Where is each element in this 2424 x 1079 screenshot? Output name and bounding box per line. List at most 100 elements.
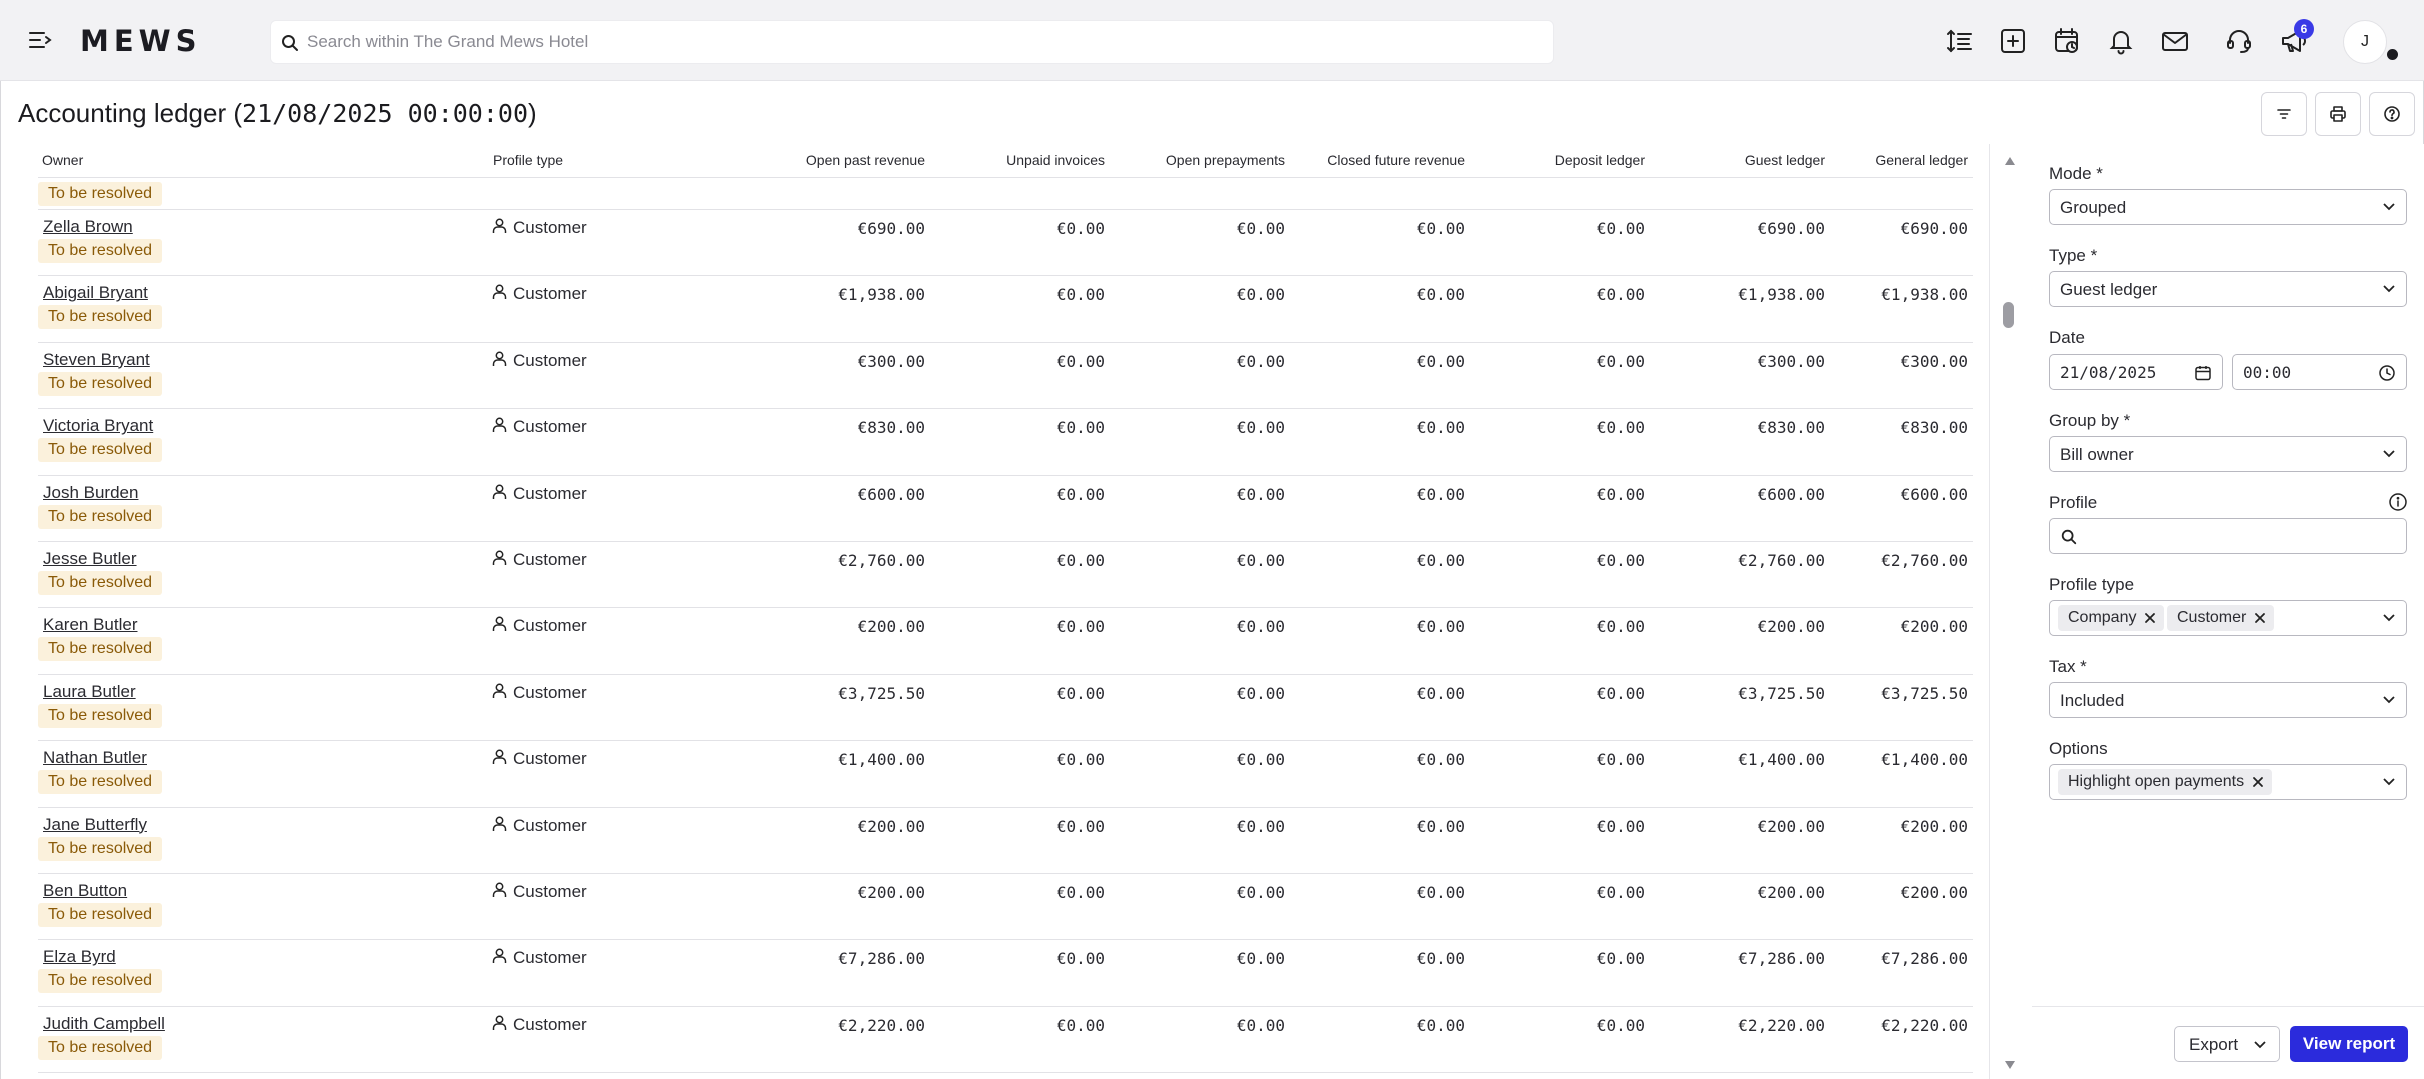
column-header-closed-future-revenue[interactable]: Closed future revenue [1327,152,1465,168]
scroll-down-icon[interactable] [2004,1060,2016,1070]
owner-link[interactable]: Jesse Butler [43,549,137,569]
add-square-icon[interactable] [1998,26,2028,56]
profile-type-cell: Customer [492,283,587,304]
scrollbar-thumb[interactable] [2003,302,2014,328]
column-header-unpaid-invoices[interactable]: Unpaid invoices [1006,152,1105,168]
profile-search-field[interactable] [2049,518,2407,554]
column-header-profile-type[interactable]: Profile type [493,152,563,168]
owner-link[interactable]: Ben Button [43,881,127,901]
profile-type-label: Customer [513,682,587,702]
owner-link[interactable]: Josh Burden [43,483,138,503]
column-header-guest-ledger[interactable]: Guest ledger [1745,152,1825,168]
cell-closed-future-revenue: €0.00 [1416,285,1465,305]
remove-chip-icon[interactable] [2144,612,2156,624]
owner-link[interactable]: Victoria Bryant [43,416,153,436]
tax-select[interactable]: Included [2049,682,2407,718]
chevron-down-icon [2383,450,2395,458]
bell-icon[interactable] [2106,26,2136,56]
mail-icon[interactable] [2160,26,2190,56]
options-multiselect[interactable]: Highlight open payments [2049,764,2407,800]
date-input[interactable]: 21/08/2025 [2049,354,2223,390]
column-header-general-ledger[interactable]: General ledger [1875,152,1968,168]
profile-type-label: Customer [513,749,587,769]
owner-link[interactable]: Nathan Butler [43,748,147,768]
view-report-button[interactable]: View report [2290,1026,2408,1062]
chip-highlight-open-payments: Highlight open payments [2058,769,2273,795]
cell-open-past-revenue: €690.00 [857,219,925,238]
owner-link[interactable]: Zella Brown [43,217,133,237]
cell-deposit-ledger: €0.00 [1596,617,1645,637]
filter-button[interactable] [2261,92,2307,136]
column-header-open-past-revenue[interactable]: Open past revenue [806,152,925,168]
time-input[interactable]: 00:00 [2232,354,2407,390]
cell-general-ledger: €200.00 [1900,816,1968,836]
user-avatar[interactable]: J [2343,20,2387,64]
export-label: Export [2189,1035,2239,1054]
profile-type-label: Customer [513,417,587,437]
cell-guest-ledger: €830.00 [1757,418,1825,438]
remove-chip-icon[interactable] [2252,776,2264,788]
calendar-clock-icon[interactable] [2052,26,2082,56]
table-body: To be resolved Zella Brown To be resolved… [38,178,1973,1074]
type-select[interactable]: Guest ledger [2049,271,2407,307]
owner-link[interactable]: Elza Byrd [43,947,116,967]
search-input[interactable] [307,21,1537,63]
cell-deposit-ledger: €0.00 [1596,750,1645,770]
profile-type-cell: Customer [492,1014,587,1035]
cell-open-past-revenue: €200.00 [857,617,925,637]
page-title-text: Accounting ledger ( [18,98,243,128]
owner-link[interactable]: Abigail Bryant [43,283,148,303]
print-button[interactable] [2315,92,2361,136]
calendar-icon[interactable] [2194,364,2212,382]
status-badge: To be resolved [38,770,163,795]
profile-type-label: Customer [513,549,587,569]
help-button[interactable] [2369,92,2415,136]
cell-closed-future-revenue: €0.00 [1416,750,1465,770]
mews-logo[interactable]: MEWS [80,22,202,60]
ledger-table: Owner Profile type Open past revenue Unp… [0,144,1990,1079]
cell-deposit-ledger: €0.00 [1596,285,1645,305]
person-icon [492,948,507,964]
cell-unpaid-invoices: €0.00 [1056,882,1105,902]
profile-type-cell: Customer [492,549,587,570]
table-row: Steven Bryant To be resolved Customer €300.… [38,343,1973,410]
profile-type-label: Customer [513,483,587,503]
tax-value: Included [2060,691,2125,710]
owner-link[interactable]: Judith Campbell [43,1014,165,1034]
profile-type-cell: Customer [492,217,587,238]
owner-link[interactable]: Jane Butterfly [43,815,147,835]
group-by-select[interactable]: Bill owner [2049,436,2407,472]
cell-closed-future-revenue: €0.00 [1416,484,1465,504]
profile-label: Profile [2049,493,2098,512]
status-badge: To be resolved [38,504,163,529]
scroll-up-icon[interactable] [2004,156,2016,166]
chip-company: Company [2058,605,2165,631]
menu-icon[interactable] [26,26,54,54]
column-header-deposit-ledger[interactable]: Deposit ledger [1555,152,1645,168]
owner-link[interactable]: Karen Butler [43,615,138,635]
owner-link[interactable]: Laura Butler [43,682,136,702]
global-search[interactable] [270,20,1554,64]
mode-select[interactable]: Grouped [2049,189,2407,225]
cell-closed-future-revenue: €0.00 [1416,882,1465,902]
time-value: 00:00 [2243,363,2292,382]
panel-footer-divider [2032,1006,2424,1007]
profile-type-multiselect[interactable]: Company Customer [2049,600,2407,636]
table-row: To be resolved [38,178,1973,210]
cell-open-prepayments: €0.00 [1236,816,1285,836]
chevron-down-icon [2383,696,2395,704]
info-icon[interactable] [2388,492,2408,512]
cell-deposit-ledger: €0.00 [1596,484,1645,504]
remove-chip-icon[interactable] [2254,612,2266,624]
export-button[interactable]: Export [2174,1026,2280,1062]
sort-lines-icon[interactable] [1945,26,1975,56]
support-headset-icon[interactable] [2224,26,2254,56]
owner-link[interactable]: Steven Bryant [43,350,150,370]
page-title-close: ) [528,98,537,128]
profile-type-cell: Customer [492,881,587,902]
clock-icon[interactable] [2378,364,2396,382]
mode-label: Mode * [2049,164,2103,183]
column-header-open-prepayments[interactable]: Open prepayments [1166,152,1285,168]
column-header-owner[interactable]: Owner [42,152,83,168]
table-row: Zella Brown To be resolved Customer €690.00… [38,210,1973,277]
